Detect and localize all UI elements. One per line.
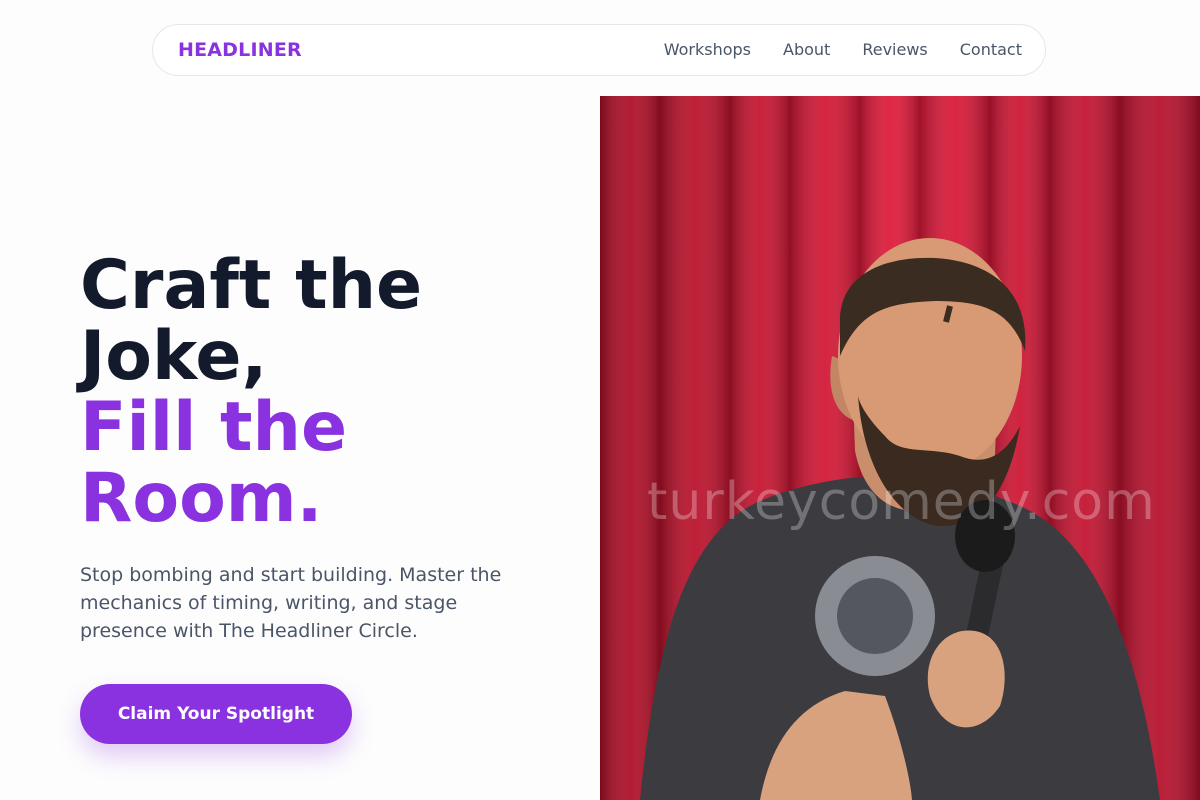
nav-link-reviews[interactable]: Reviews xyxy=(862,40,927,59)
hero-subtitle: Stop bombing and start building. Master … xyxy=(80,564,502,642)
hero-image: turkeycomedy.com xyxy=(600,96,1200,800)
hero-title-accent-line: Room. xyxy=(80,459,323,538)
nav-link-workshops[interactable]: Workshops xyxy=(664,40,751,59)
comedian-on-stage-illustration xyxy=(600,96,1200,800)
hero-title: Craft the Joke, Fill the Room. xyxy=(80,250,422,534)
brand-logo[interactable]: HEADLINER xyxy=(178,39,302,61)
claim-spotlight-button[interactable]: Claim Your Spotlight xyxy=(80,684,352,744)
hero-title-line: Joke, xyxy=(80,317,268,396)
nav-links: Workshops About Reviews Contact xyxy=(664,40,1022,59)
nav-link-about[interactable]: About xyxy=(783,40,830,59)
top-nav: HEADLINER Workshops About Reviews Contac… xyxy=(152,24,1046,76)
hero-title-line: Craft the xyxy=(80,246,423,325)
hero-title-accent-line: Fill the xyxy=(80,388,348,467)
nav-link-contact[interactable]: Contact xyxy=(960,40,1022,59)
image-watermark: turkeycomedy.com xyxy=(647,472,1156,532)
